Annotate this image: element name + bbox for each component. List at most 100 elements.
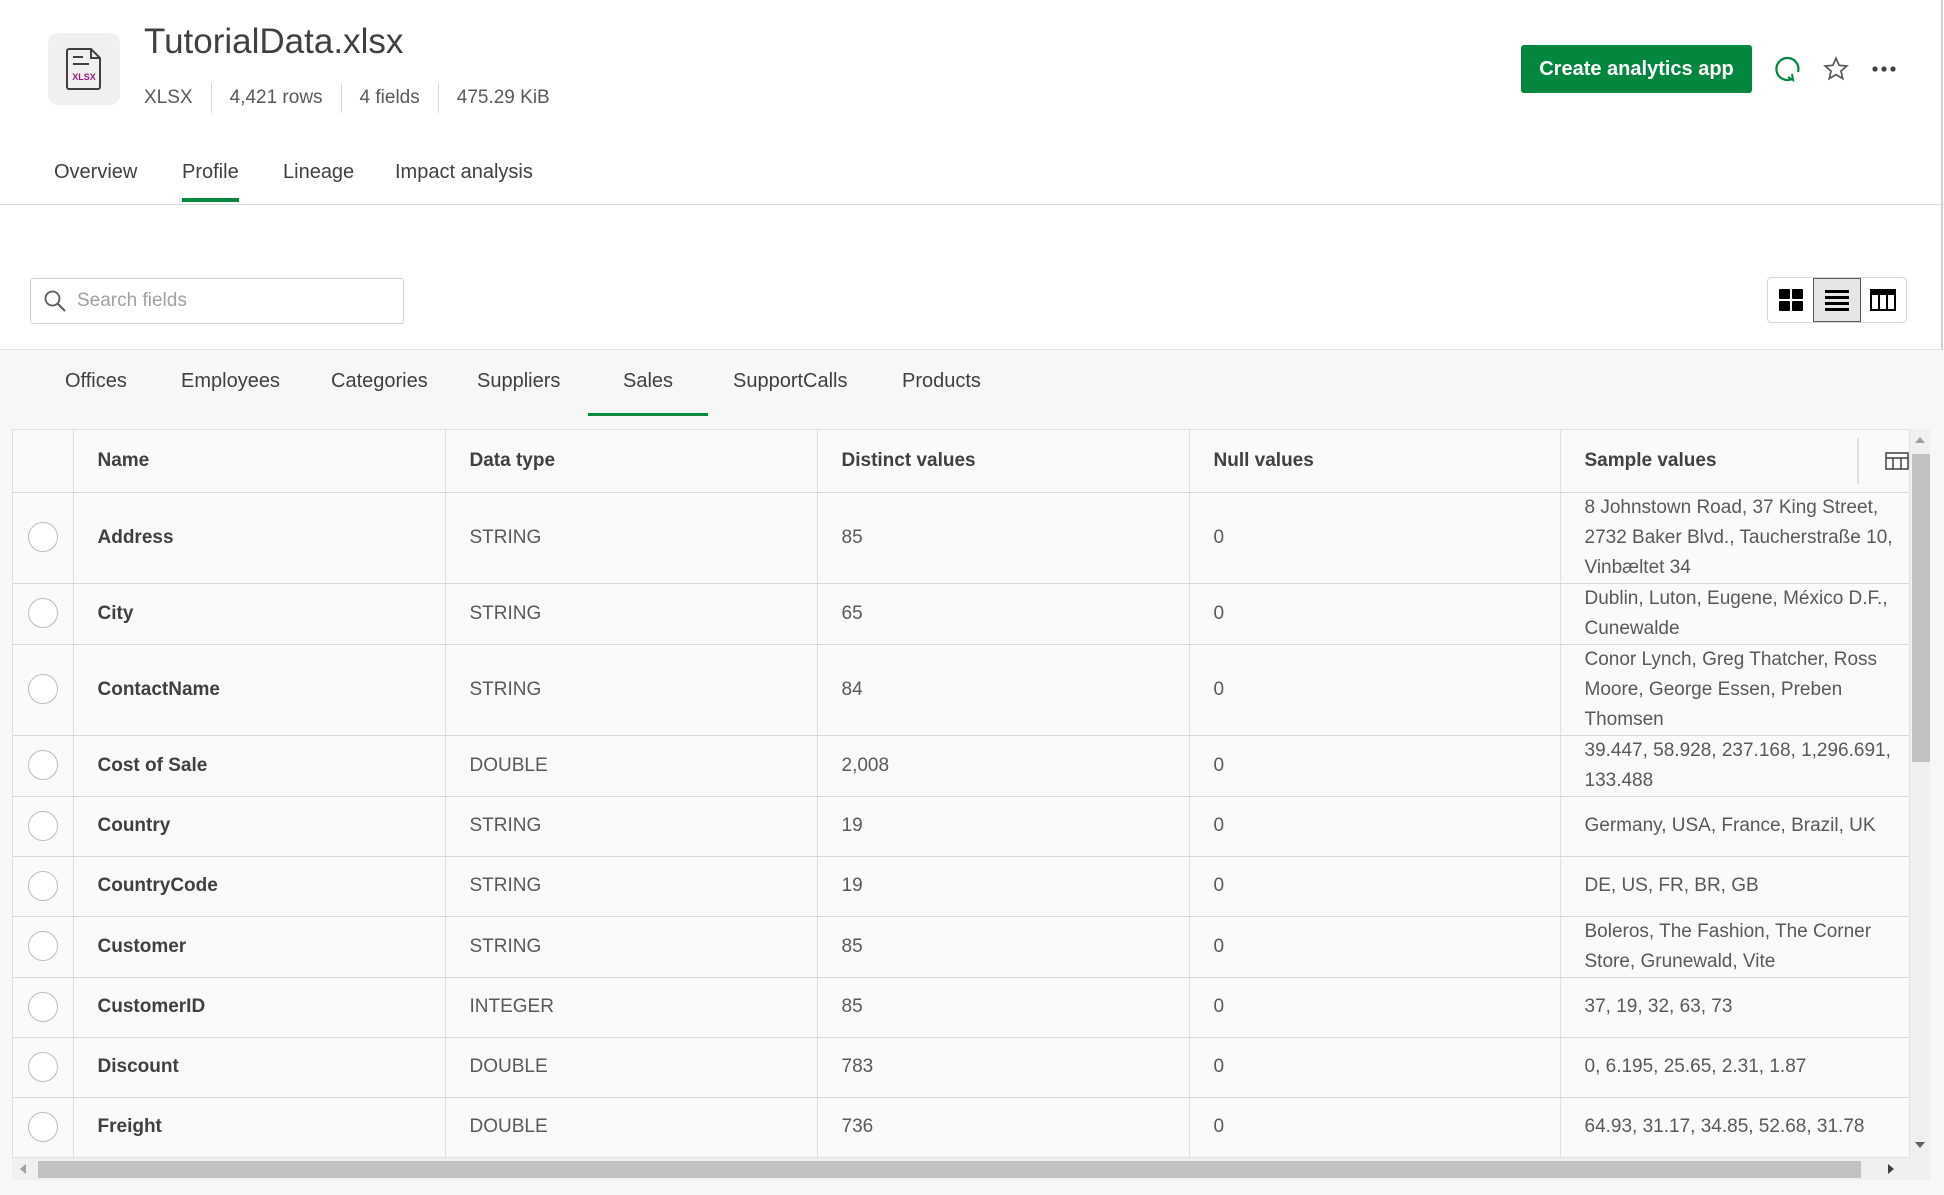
scroll-up-arrow-icon[interactable] (1915, 437, 1925, 443)
horizontal-scroll-thumb[interactable] (38, 1161, 1861, 1178)
tab-impact-analysis[interactable]: Impact analysis (395, 161, 533, 198)
table-row[interactable]: Address STRING 85 0 8 Johnstown Road, 37 Kin… (13, 492, 1909, 584)
grid-view-button[interactable] (1768, 278, 1813, 322)
table-header: Name Data type Distinct values Null valu… (13, 430, 1909, 493)
row-select-cell (13, 644, 74, 736)
vertical-scroll-thumb[interactable] (1912, 454, 1930, 762)
grid-icon (1778, 289, 1803, 311)
search-input[interactable] (77, 290, 377, 312)
field-sample-values: Germany, USA, France, Brazil, UK (1560, 796, 1909, 857)
row-checkbox[interactable] (27, 870, 58, 901)
field-distinct-values: 783 (817, 1037, 1190, 1098)
column-header-sample-values[interactable]: Sample values (1560, 430, 1909, 493)
field-name: Discount (73, 1037, 446, 1098)
field-distinct-values: 84 (817, 644, 1190, 736)
sheet-tab-offices[interactable]: Offices (65, 370, 127, 416)
field-data-type: INTEGER (445, 977, 818, 1038)
column-header-name[interactable]: Name (73, 430, 446, 493)
table-row[interactable]: ContactName STRING 84 0 Conor Lynch, Greg Th… (13, 644, 1909, 736)
list-icon (1824, 290, 1849, 311)
table-row[interactable]: Discount DOUBLE 783 0 0, 6.195, 25.65, 2.31,… (13, 1037, 1909, 1098)
row-select-cell (13, 735, 74, 797)
column-header-distinct-values[interactable]: Distinct values (817, 430, 1190, 493)
row-checkbox[interactable] (27, 750, 58, 781)
field-sample-values: 37, 19, 32, 63, 73 (1560, 977, 1909, 1038)
table-row[interactable]: CustomerID INTEGER 85 0 37, 19, 32, 63, 73 (13, 977, 1909, 1038)
row-checkbox[interactable] (27, 1111, 58, 1142)
field-null-values: 0 (1189, 583, 1561, 645)
row-checkbox[interactable] (27, 991, 58, 1022)
tab-lineage[interactable]: Lineage (283, 161, 354, 198)
column-header-null-values[interactable]: Null values (1189, 430, 1561, 493)
row-checkbox[interactable] (27, 810, 58, 841)
vertical-scrollbar[interactable] (1910, 429, 1930, 1158)
sample-values-label: Sample values (1584, 449, 1717, 471)
column-picker-icon[interactable] (1884, 452, 1909, 470)
field-sample-values: Conor Lynch, Greg Thatcher, Ross Moore, … (1560, 644, 1909, 736)
view-mode-toggle (1767, 277, 1907, 323)
field-null-values: 0 (1189, 735, 1561, 797)
scroll-down-arrow-icon[interactable] (1915, 1142, 1925, 1148)
field-name: Customer (73, 916, 446, 978)
refresh-icon[interactable] (1773, 54, 1803, 84)
table-view-button[interactable] (1861, 278, 1906, 322)
horizontal-scrollbar[interactable] (12, 1158, 1930, 1180)
file-size: 475.29 KiB (437, 83, 568, 113)
row-checkbox[interactable] (27, 598, 58, 629)
field-null-values: 0 (1189, 644, 1561, 736)
table-row[interactable]: Freight DOUBLE 736 0 64.93, 31.17, 34.85, 52… (13, 1097, 1909, 1157)
sheet-tab-suppliers[interactable]: Suppliers (477, 370, 560, 416)
field-distinct-values: 19 (817, 856, 1190, 917)
tab-profile[interactable]: Profile (182, 161, 239, 202)
field-sample-values: DE, US, FR, BR, GB (1560, 856, 1909, 917)
field-null-values: 0 (1189, 856, 1561, 917)
tab-overview[interactable]: Overview (54, 161, 137, 198)
main-tabs: Overview Profile Lineage Impact analysis (0, 155, 1944, 205)
field-name: City (73, 583, 446, 645)
field-name: CountryCode (73, 856, 446, 917)
search-field[interactable] (30, 278, 404, 324)
fields-table: Name Data type Distinct values Null valu… (12, 429, 1910, 1158)
row-select-cell (13, 977, 74, 1038)
field-name: Country (73, 796, 446, 857)
table-row[interactable]: CountryCode STRING 19 0 DE, US, FR, BR, GB (13, 856, 1909, 917)
sheet-tab-employees[interactable]: Employees (181, 370, 280, 416)
table-row[interactable]: Cost of Sale DOUBLE 2,008 0 39.447, 58.928, … (13, 735, 1909, 797)
column-header-data-type[interactable]: Data type (445, 430, 818, 493)
scroll-right-arrow-icon[interactable] (1888, 1164, 1894, 1174)
field-data-type: STRING (445, 492, 818, 584)
row-checkbox[interactable] (27, 1051, 58, 1082)
more-options-icon[interactable] (1869, 54, 1899, 84)
list-view-button[interactable] (1813, 278, 1861, 322)
star-icon[interactable] (1821, 54, 1851, 84)
field-data-type: STRING (445, 916, 818, 978)
field-null-values: 0 (1189, 916, 1561, 978)
table-row[interactable]: Country STRING 19 0 Germany, USA, France, Br… (13, 796, 1909, 857)
sheet-tab-products[interactable]: Products (902, 370, 981, 416)
row-checkbox[interactable] (27, 931, 58, 962)
field-sample-values: 39.447, 58.928, 237.168, 1,296.691, 133.… (1560, 735, 1909, 797)
table-icon (1870, 289, 1897, 311)
sheet-tab-categories[interactable]: Categories (331, 370, 428, 416)
row-select-cell (13, 492, 74, 584)
field-name: Freight (73, 1097, 446, 1157)
create-analytics-app-button[interactable]: Create analytics app (1521, 45, 1752, 93)
field-name: CustomerID (73, 977, 446, 1038)
field-data-type: STRING (445, 583, 818, 645)
table-row[interactable]: Customer STRING 85 0 Boleros, The Fashion, T… (13, 916, 1909, 978)
field-distinct-values: 2,008 (817, 735, 1190, 797)
sheet-tab-sales[interactable]: Sales (588, 370, 708, 416)
row-count: 4,421 rows (210, 83, 341, 113)
sheet-tab-supportcalls[interactable]: SupportCalls (733, 370, 848, 416)
field-sample-values: 8 Johnstown Road, 37 King Street, 2732 B… (1560, 492, 1909, 584)
row-checkbox[interactable] (27, 674, 58, 705)
field-distinct-values: 85 (817, 977, 1190, 1038)
row-checkbox[interactable] (27, 522, 58, 553)
svg-text:XLSX: XLSX (72, 72, 96, 82)
field-data-type: STRING (445, 856, 818, 917)
scroll-left-arrow-icon[interactable] (20, 1164, 26, 1174)
field-data-type: STRING (445, 796, 818, 857)
row-select-cell (13, 583, 74, 645)
table-row[interactable]: City STRING 65 0 Dublin, Luton, Eugene, Méxi… (13, 583, 1909, 645)
page-title: TutorialData.xlsx (144, 22, 404, 61)
